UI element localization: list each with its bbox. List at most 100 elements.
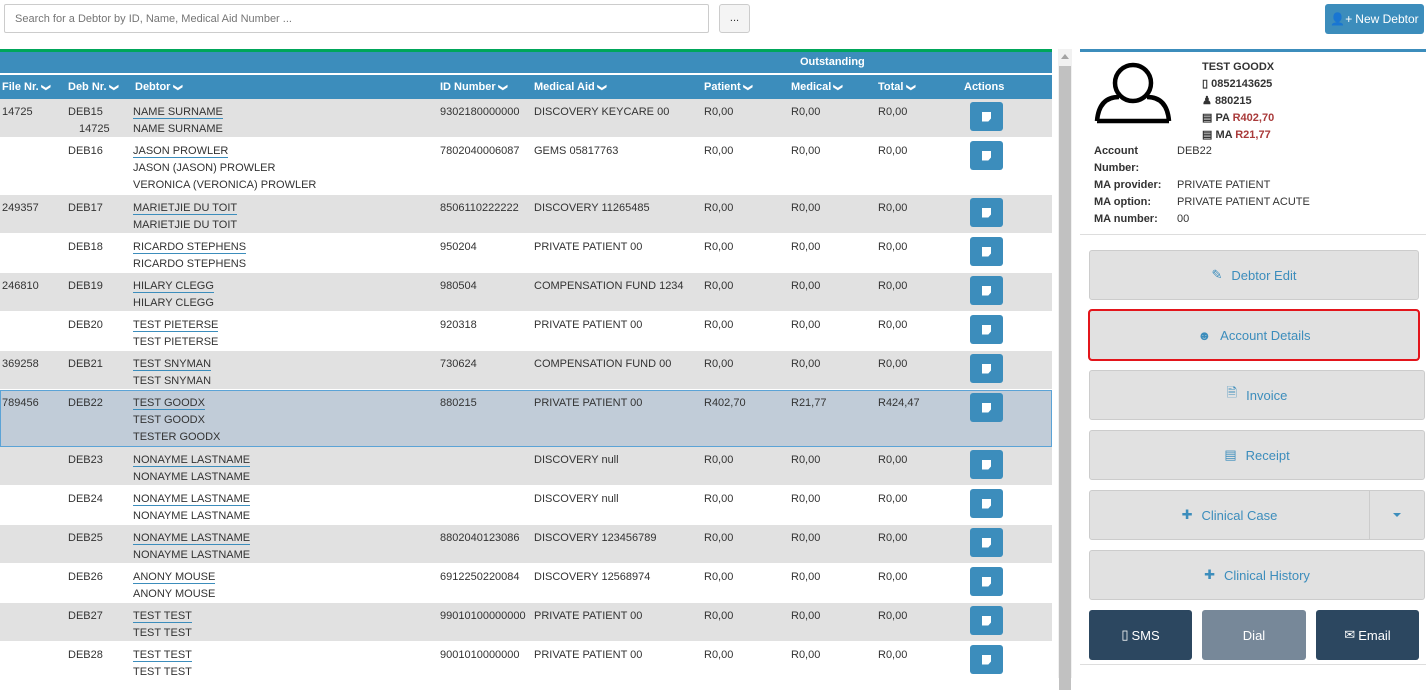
debtor-link[interactable]: TEST TEST (133, 649, 192, 662)
notes-action-button[interactable] (970, 606, 1003, 635)
cell-total: R0,00 (878, 202, 908, 214)
notes-action-button[interactable] (970, 450, 1003, 479)
notes-action-button[interactable] (970, 645, 1003, 674)
cell-aid: DISCOVERY null (534, 493, 619, 505)
column-header[interactable]: Debtor ❯ (135, 81, 183, 93)
table-scrollbar[interactable] (1058, 49, 1072, 690)
file-icon: 🗎 (1226, 385, 1238, 400)
debtor-link[interactable]: NAME SURNAME (133, 106, 223, 119)
cell-medical: R0,00 (791, 202, 821, 214)
column-header[interactable]: Medical ❯ (791, 81, 844, 93)
column-header[interactable]: File Nr. ❯ (2, 81, 51, 93)
table-row[interactable]: DEB16 JASON PROWLER JASON (JASON) PROWLER V… (0, 138, 1052, 195)
debtor-link[interactable]: TEST GOODX (133, 397, 205, 410)
cell-patient: R0,00 (704, 280, 734, 292)
cell-aid: DISCOVERY KEYCARE 00 (534, 106, 670, 118)
table-row[interactable]: DEB23 NONAYME LASTNAME NONAYME LASTNAME DIS… (0, 447, 1052, 486)
column-header[interactable]: Deb Nr. ❯ (68, 81, 119, 93)
table-row[interactable]: 246810 DEB19 HILARY CLEGG HILARY CLEGG 98050… (0, 273, 1052, 312)
scroll-thumb[interactable] (1059, 66, 1071, 690)
invoice-button[interactable]: 🗎 Invoice (1089, 370, 1425, 420)
debtor-names: TEST PIETERSE TEST PIETERSE (133, 317, 219, 351)
debtor-link[interactable]: ANONY MOUSE (133, 571, 216, 584)
debtor-search-input[interactable] (4, 4, 709, 33)
table-row[interactable]: 369258 DEB21 TEST SNYMAN TEST SNYMAN 730624 C… (0, 351, 1052, 390)
user-circle-icon: ☻ (1197, 327, 1212, 343)
debtor-summary: TEST GOODX ▯ 0852143625 ♟ 880215 ▤ PA R4… (1202, 61, 1275, 141)
debtor-link[interactable]: TEST PIETERSE (133, 319, 219, 332)
table-row[interactable]: 789456 DEB22 TEST GOODX TEST GOODX TESTER GO… (0, 390, 1052, 447)
scroll-up-icon[interactable] (1061, 54, 1069, 59)
cell-total: R0,00 (878, 571, 908, 583)
note-icon (982, 498, 991, 509)
debtor-link[interactable]: JASON PROWLER (133, 145, 229, 158)
column-header[interactable]: Medical Aid ❯ (534, 81, 607, 93)
notes-action-button[interactable] (970, 567, 1003, 596)
table-row[interactable]: DEB27 TEST TEST TEST TEST 99010100000000 PRI… (0, 603, 1052, 642)
table-row[interactable]: 249357 DEB17 MARIETJIE DU TOIT MARIETJIE DU… (0, 195, 1052, 234)
new-debtor-button[interactable]: 👤+ New Debtor (1325, 4, 1424, 34)
sms-button[interactable]: ▯ SMS (1089, 610, 1192, 660)
debtor-link[interactable]: MARIETJIE DU TOIT (133, 202, 238, 215)
clinical-history-button[interactable]: ✚ Clinical History (1089, 550, 1425, 600)
debtor-name: TEST PIETERSE (133, 336, 219, 348)
dial-button[interactable]: Dial (1202, 610, 1306, 660)
debtor-link[interactable]: RICARDO STEPHENS (133, 241, 247, 254)
debtor-link[interactable]: NONAYME LASTNAME (133, 493, 251, 506)
debtor-link[interactable]: HILARY CLEGG (133, 280, 214, 293)
more-options-button[interactable]: ... (719, 4, 750, 33)
cell-medical: R0,00 (791, 454, 821, 466)
note-icon (982, 576, 991, 587)
table-row[interactable]: DEB26 ANONY MOUSE ANONY MOUSE 6912250220084… (0, 564, 1052, 603)
deb-nr: DEB28 (68, 649, 103, 661)
deb-nr: DEB24 (68, 493, 103, 505)
table-row[interactable]: 14725 DEB15 14725 NAME SURNAME NAME SURNAME 9… (0, 99, 1052, 138)
cell-aid: PRIVATE PATIENT 00 (534, 241, 643, 253)
debtor-link[interactable]: NONAYME LASTNAME (133, 532, 251, 545)
table-row[interactable]: DEB20 TEST PIETERSE TEST PIETERSE 920318 PRI… (0, 312, 1052, 351)
notes-action-button[interactable] (970, 141, 1003, 170)
notes-action-button[interactable] (970, 237, 1003, 266)
debtor-name: JASON (JASON) PROWLER (133, 162, 276, 174)
table-row[interactable]: DEB18 RICARDO STEPHENS RICARDO STEPHENS 950… (0, 234, 1052, 273)
notes-action-button[interactable] (970, 489, 1003, 518)
notes-action-button[interactable] (970, 198, 1003, 227)
cell-patient: R402,70 (704, 397, 746, 409)
clinical-case-button[interactable]: ✚ Clinical Case (1089, 490, 1425, 540)
debtor-phone: 0852143625 (1211, 78, 1273, 90)
account-details-button[interactable]: ☻ Account Details (1088, 309, 1420, 361)
column-header[interactable]: ID Number ❯ (440, 81, 508, 93)
cell-id: 950204 (440, 241, 477, 253)
notes-action-button[interactable] (970, 102, 1003, 131)
receipt-button[interactable]: ▤ Receipt (1089, 430, 1425, 480)
table-row[interactable]: DEB24 NONAYME LASTNAME NONAYME LASTNAME DIS… (0, 486, 1052, 525)
notes-action-button[interactable] (970, 393, 1003, 422)
debtor-names: NONAYME LASTNAME NONAYME LASTNAME (133, 491, 251, 525)
cell-id: 9001010000000 (440, 649, 520, 661)
debtor-names: RICARDO STEPHENS RICARDO STEPHENS (133, 239, 247, 273)
notes-action-button[interactable] (970, 315, 1003, 344)
person-icon: ♟ (1202, 95, 1212, 107)
cell-medical: R0,00 (791, 358, 821, 370)
table-row[interactable]: DEB25 NONAYME LASTNAME NONAYME LASTNAME 880… (0, 525, 1052, 564)
debtor-names: ANONY MOUSE ANONY MOUSE (133, 569, 216, 603)
debtor-name: HILARY CLEGG (133, 297, 214, 309)
debtor-link[interactable]: TEST SNYMAN (133, 358, 212, 371)
cell-medical: R0,00 (791, 532, 821, 544)
clinical-case-dropdown[interactable] (1369, 491, 1424, 539)
notes-action-button[interactable] (970, 528, 1003, 557)
cell-aid: PRIVATE PATIENT 00 (534, 397, 643, 409)
debtor-link[interactable]: TEST TEST (133, 610, 192, 623)
column-header[interactable]: Total ❯ (878, 81, 916, 93)
cell-id: 980504 (440, 280, 477, 292)
table-row[interactable]: DEB28 TEST TEST TEST TEST 9001010000000 PRIV… (0, 642, 1052, 681)
file-nr: 369258 (2, 358, 39, 370)
email-button[interactable]: ✉ Email (1316, 610, 1419, 660)
mobile-icon: ▯ (1121, 627, 1129, 642)
column-header[interactable]: Patient ❯ (704, 81, 753, 93)
notes-action-button[interactable] (970, 354, 1003, 383)
debtor-link[interactable]: NONAYME LASTNAME (133, 454, 251, 467)
field-value: 00 (1177, 213, 1190, 225)
debtor-edit-button[interactable]: ✎ Debtor Edit (1089, 250, 1419, 300)
notes-action-button[interactable] (970, 276, 1003, 305)
